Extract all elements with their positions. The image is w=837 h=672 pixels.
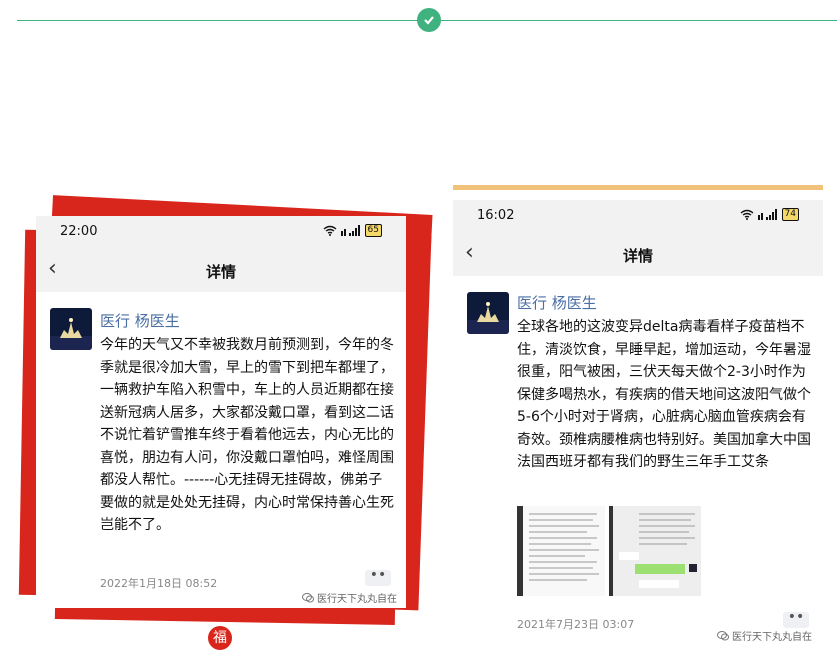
post-date: 2021年7月23日 03:07 <box>517 618 635 631</box>
post-image-1[interactable] <box>517 506 605 596</box>
author-name[interactable]: 医行 杨医生 <box>517 292 597 313</box>
avatar[interactable] <box>467 292 509 334</box>
battery-icon: 65 <box>364 224 382 237</box>
wechat-icon <box>302 592 314 602</box>
watermark: 医行天下丸丸自在 <box>717 628 812 643</box>
watermark-text: 医行天下丸丸自在 <box>732 632 812 643</box>
wifi-icon <box>323 225 336 236</box>
nav-bar: ‹ 详情 <box>36 250 406 292</box>
signal-icon <box>757 209 777 220</box>
orange-divider <box>453 185 823 190</box>
check-icon <box>417 8 441 32</box>
more-dots-icon[interactable]: •• <box>783 610 809 628</box>
page-title: 详情 <box>205 263 236 281</box>
more-dots-icon[interactable]: •• <box>365 568 391 586</box>
post-image-2[interactable] <box>609 506 701 596</box>
system-icons: 74 <box>740 208 799 221</box>
wechat-icon <box>717 630 729 640</box>
status-time: 22:00 <box>60 224 98 239</box>
status-time: 16:02 <box>477 208 515 223</box>
signal-icon <box>340 225 360 236</box>
post-date: 2022年1月18日 08:52 <box>100 577 218 590</box>
status-bar: 22:00 65 <box>36 216 406 250</box>
page-title: 详情 <box>622 247 653 265</box>
watermark: 医行天下丸丸自在 <box>302 590 397 605</box>
seal-icon: 福 <box>208 626 232 650</box>
post-text: 今年的天气又不幸被我数月前预测到，今年的冬季就是很冷加大雪，早上的雪下到把车都埋… <box>100 337 394 533</box>
left-post-card: 22:00 65 ‹ 详情 医行 杨医生 今年的天气又不幸被我数月前预测到，今年… <box>36 216 406 608</box>
wifi-icon <box>740 209 753 220</box>
avatar[interactable] <box>50 308 92 350</box>
battery-icon: 74 <box>781 208 799 221</box>
nav-bar: ‹ 详情 <box>453 234 823 276</box>
post-text: 全球各地的这波变异delta病毒看样子疫苗档不住，清淡饮食，早睡早起，增加运动，… <box>517 319 811 470</box>
author-name[interactable]: 医行 杨医生 <box>100 310 180 331</box>
right-post-card: 16:02 74 ‹ 详情 医行 杨医生 全球各地的这波变异delta病毒看样子… <box>453 200 823 648</box>
watermark-text: 医行天下丸丸自在 <box>317 594 397 605</box>
system-icons: 65 <box>323 224 382 237</box>
status-bar: 16:02 74 <box>453 200 823 234</box>
